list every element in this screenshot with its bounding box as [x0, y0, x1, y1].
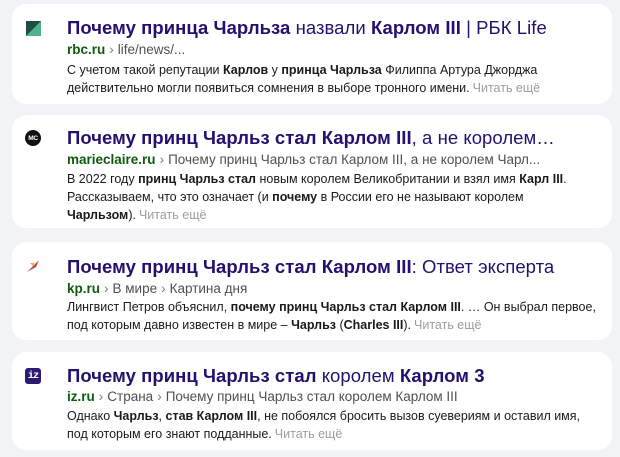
read-more-link[interactable]: Читать ещё: [414, 318, 481, 332]
highlighted-text: принц Чарльз стал: [138, 172, 256, 186]
kp-favicon-icon: [25, 258, 41, 274]
result-host[interactable]: rbc.ru: [67, 42, 105, 57]
highlighted-text: почему принц Чарльз стал Карлом III: [230, 300, 461, 314]
highlighted-text: Карл III: [519, 172, 564, 186]
highlighted-text: Карлов: [223, 63, 269, 77]
breadcrumb-separator-icon: ›: [159, 152, 165, 167]
izvestia-favicon-icon: iz: [25, 368, 41, 384]
highlighted-text: Почему принц Чарльз стал: [67, 365, 317, 386]
text-fragment: : Ответ эксперта: [411, 256, 555, 277]
highlighted-text: Charles III: [343, 318, 404, 332]
search-result-card: MC Почему принц Чарльз стал Карлом III, …: [12, 115, 612, 228]
breadcrumb-item[interactable]: Почему принц Чарльз стал Карлом III, а н…: [168, 152, 540, 167]
highlighted-text: почему: [272, 190, 318, 204]
text-fragment: назвали: [290, 17, 371, 38]
result-host[interactable]: kp.ru: [67, 281, 100, 296]
breadcrumb-item[interactable]: life/news/...: [118, 42, 186, 57]
highlighted-text: Чарльз: [113, 409, 159, 423]
result-url[interactable]: iz.ru › Страна › Почему принц Чарльз стал ко…: [67, 388, 604, 406]
text-fragment: королем: [316, 365, 400, 386]
highlighted-text: Карлом III: [370, 17, 461, 38]
result-title-link[interactable]: Почему принц Чарльз стал Карлом III: Отв…: [67, 255, 602, 279]
highlighted-text: Чарльзом: [67, 208, 129, 222]
rbc-favicon-icon: [25, 20, 41, 36]
result-title-link[interactable]: Почему принц Чарльз стал Карлом III, а н…: [67, 126, 602, 150]
text-fragment: , а не королем…: [411, 127, 555, 148]
result-host[interactable]: iz.ru: [67, 389, 95, 404]
text-fragment: в России его не называют королем: [317, 190, 524, 204]
highlighted-text: Почему принца Чарльза: [67, 17, 291, 38]
text-fragment: новым королем Великобритании и взял имя: [256, 172, 520, 186]
highlighted-text: став Карлом III: [165, 409, 258, 423]
text-fragment: В 2022 году: [67, 172, 139, 186]
marieclaire-favicon-icon: MC: [25, 130, 41, 146]
highlighted-text: принца Чарльза: [281, 63, 382, 77]
text-fragment: ,: [158, 409, 166, 423]
text-fragment: С учетом такой репутации: [67, 63, 224, 77]
text-fragment: (: [335, 318, 344, 332]
breadcrumb-item[interactable]: Почему принц Чарльз стал королем Карлом …: [166, 389, 458, 404]
breadcrumb-separator-icon: ›: [161, 281, 166, 296]
result-title-link[interactable]: Почему принца Чарльза назвали Карлом III…: [67, 16, 602, 40]
breadcrumb-item[interactable]: Картина дня: [170, 281, 248, 296]
read-more-link[interactable]: Читать ещё: [473, 81, 540, 95]
result-snippet: Лингвист Петров объяснил, почему принц Ч…: [67, 298, 600, 334]
highlighted-text: Почему принц Чарльз стал Карлом III: [67, 127, 412, 148]
read-more-link[interactable]: Читать ещё: [139, 208, 206, 222]
result-url[interactable]: marieclaire.ru › Почему принц Чарльз стал …: [67, 151, 604, 169]
search-result-card: Почему принц Чарльз стал Карлом III: Отв…: [12, 242, 612, 340]
highlighted-text: Чарльз: [291, 318, 336, 332]
text-fragment: | РБК Life: [460, 17, 547, 38]
breadcrumb-separator-icon: ›: [109, 42, 114, 57]
breadcrumb-item[interactable]: В мире: [113, 281, 158, 296]
highlighted-text: Почему принц Чарльз стал Карлом III: [67, 256, 412, 277]
result-url[interactable]: rbc.ru › life/news/...: [67, 41, 604, 59]
highlighted-text: Карлом 3: [399, 365, 485, 386]
text-fragment: Однако: [67, 409, 114, 423]
result-url[interactable]: kp.ru › В мире › Картина дня: [67, 280, 604, 298]
breadcrumb-item[interactable]: Страна: [107, 389, 153, 404]
text-fragment: ).: [128, 208, 136, 222]
result-snippet: С учетом такой репутации Карлов у принца…: [67, 61, 600, 97]
text-fragment: у: [268, 63, 282, 77]
result-snippet: Однако Чарльз, став Карлом III, не побоя…: [67, 407, 600, 443]
result-title-link[interactable]: Почему принц Чарльз стал королем Карлом …: [67, 364, 602, 388]
search-result-card: iz Почему принц Чарльз стал королем Карл…: [12, 352, 612, 450]
text-fragment: ).: [403, 318, 412, 332]
result-snippet: В 2022 году принц Чарльз стал новым коро…: [67, 170, 600, 224]
text-fragment: Лингвист Петров объяснил,: [67, 300, 231, 314]
read-more-link[interactable]: Читать ещё: [275, 427, 342, 441]
result-host[interactable]: marieclaire.ru: [67, 152, 156, 167]
breadcrumb-separator-icon: ›: [157, 389, 162, 404]
breadcrumb-separator-icon: ›: [98, 389, 104, 404]
search-result-card: Почему принца Чарльза назвали Карлом III…: [12, 4, 612, 104]
breadcrumb-separator-icon: ›: [104, 281, 109, 296]
